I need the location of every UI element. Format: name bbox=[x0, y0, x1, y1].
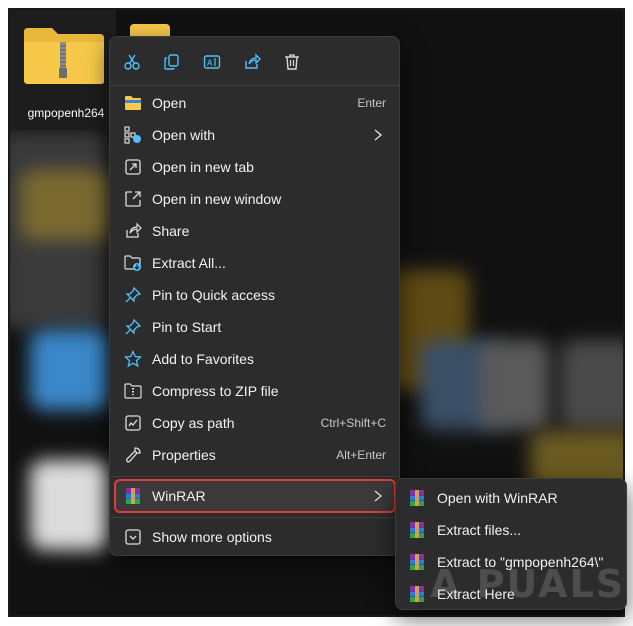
menu-item-label: WinRAR bbox=[152, 488, 206, 504]
copy-icon bbox=[164, 54, 179, 70]
background-blur bbox=[30, 460, 110, 550]
menu-item-label: Share bbox=[152, 223, 190, 239]
submenu-item-label: Extract files... bbox=[437, 522, 522, 538]
menu-item-copy-path[interactable]: Copy as path Ctrl+Shift+C bbox=[116, 408, 394, 438]
cut-button[interactable] bbox=[119, 49, 145, 75]
extract-all-icon bbox=[124, 254, 142, 272]
menu-item-label: Pin to Quick access bbox=[152, 287, 275, 303]
background-blur bbox=[480, 340, 550, 430]
menu-item-label: Open with bbox=[152, 127, 216, 143]
chevron-right-icon bbox=[374, 129, 383, 141]
background-blur bbox=[30, 330, 110, 410]
shortcut-label: Ctrl+Shift+C bbox=[320, 416, 386, 430]
zip-icon bbox=[124, 382, 142, 400]
menu-item-open-new-tab[interactable]: Open in new tab bbox=[116, 152, 394, 182]
winrar-icon bbox=[124, 487, 142, 505]
zip-folder-icon bbox=[24, 28, 104, 84]
submenu-item-extract-files[interactable]: Extract files... bbox=[402, 515, 618, 545]
winrar-icon bbox=[410, 554, 424, 570]
menu-item-open-with[interactable]: Open with bbox=[116, 120, 394, 150]
menu-item-label: Extract All... bbox=[152, 255, 226, 271]
wrench-icon bbox=[124, 446, 142, 464]
winrar-icon bbox=[410, 490, 424, 506]
menu-item-label: Pin to Start bbox=[152, 319, 222, 335]
menu-item-share[interactable]: Share bbox=[116, 216, 394, 246]
file-name-label: gmpopenh264 bbox=[27, 106, 105, 120]
menu-item-label: Copy as path bbox=[152, 415, 235, 431]
copy-path-icon bbox=[124, 414, 142, 432]
menu-separator bbox=[110, 476, 399, 477]
rename-icon: A bbox=[203, 55, 221, 69]
share-button[interactable] bbox=[239, 49, 265, 75]
pin-icon bbox=[124, 318, 142, 336]
context-menu: A Open Enter Open with Open in new tab O… bbox=[109, 36, 400, 556]
copy-button[interactable] bbox=[159, 49, 185, 75]
share-icon bbox=[124, 222, 142, 240]
share-icon bbox=[245, 53, 261, 69]
new-tab-icon bbox=[124, 158, 142, 176]
menu-item-open-new-window[interactable]: Open in new window bbox=[116, 184, 394, 214]
menu-separator bbox=[110, 85, 399, 86]
menu-item-label: Compress to ZIP file bbox=[152, 383, 279, 399]
menu-item-open[interactable]: Open Enter bbox=[116, 88, 394, 118]
selected-file[interactable]: gmpopenh264 bbox=[10, 10, 116, 130]
menu-item-extract-all[interactable]: Extract All... bbox=[116, 248, 394, 278]
menu-item-compress-zip[interactable]: Compress to ZIP file bbox=[116, 376, 394, 406]
menu-item-add-favorites[interactable]: Add to Favorites bbox=[116, 344, 394, 374]
svg-text:A: A bbox=[207, 59, 213, 68]
submenu-item-open-with-winrar[interactable]: Open with WinRAR bbox=[402, 483, 618, 513]
menu-item-show-more[interactable]: Show more options bbox=[116, 522, 394, 552]
menu-item-label: Open in new tab bbox=[152, 159, 254, 175]
winrar-icon bbox=[410, 586, 424, 602]
background-blur bbox=[560, 340, 623, 430]
menu-item-label: Open bbox=[152, 95, 187, 111]
background-blur bbox=[20, 170, 110, 240]
submenu-item-label: Open with WinRAR bbox=[437, 490, 558, 506]
open-with-icon bbox=[124, 126, 142, 144]
menu-item-label: Open in new window bbox=[152, 191, 282, 207]
menu-item-properties[interactable]: Properties Alt+Enter bbox=[116, 440, 394, 470]
winrar-icon bbox=[410, 522, 424, 538]
new-window-icon bbox=[124, 190, 142, 208]
menu-separator bbox=[110, 517, 399, 518]
watermark-logo: A PUALS bbox=[430, 562, 626, 606]
menu-item-label: Properties bbox=[152, 447, 216, 463]
pin-icon bbox=[124, 286, 142, 304]
cut-icon bbox=[124, 54, 140, 70]
rename-button[interactable]: A bbox=[199, 49, 225, 75]
menu-item-pin-quick-access[interactable]: Pin to Quick access bbox=[116, 280, 394, 310]
shortcut-label: Enter bbox=[357, 96, 386, 110]
delete-icon bbox=[285, 54, 299, 70]
folder-open-icon bbox=[124, 94, 142, 112]
delete-button[interactable] bbox=[279, 49, 305, 75]
chevron-right-icon bbox=[374, 490, 383, 502]
menu-item-label: Show more options bbox=[152, 529, 272, 545]
menu-item-pin-start[interactable]: Pin to Start bbox=[116, 312, 394, 342]
show-more-icon bbox=[124, 528, 142, 546]
menu-item-label: Add to Favorites bbox=[152, 351, 254, 367]
menu-item-winrar[interactable]: WinRAR bbox=[114, 479, 396, 513]
quick-actions-bar: A bbox=[110, 37, 399, 85]
star-icon bbox=[124, 350, 142, 368]
shortcut-label: Alt+Enter bbox=[336, 448, 386, 462]
